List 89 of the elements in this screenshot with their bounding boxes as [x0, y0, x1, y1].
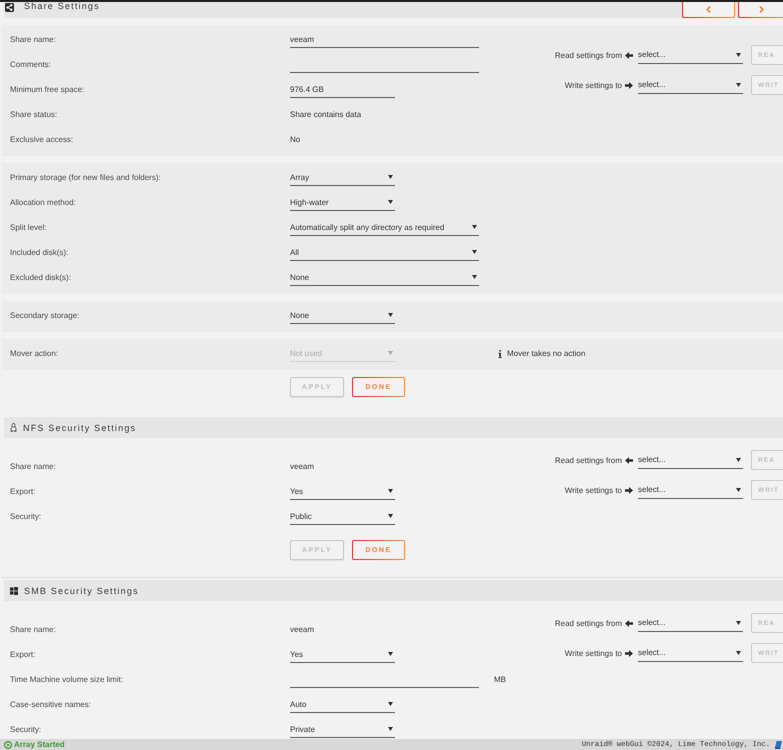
field-label: Time Machine volume size limit: — [10, 675, 124, 684]
caret-icon — [472, 250, 477, 254]
field-label: Export: — [10, 487, 36, 496]
dropdown[interactable]: Yes — [290, 646, 395, 663]
next-button[interactable] — [738, 2, 783, 18]
caret-icon — [736, 82, 741, 86]
field-label: Case-sensitive names: — [10, 700, 91, 709]
caret-icon — [472, 225, 477, 229]
caret-icon — [388, 175, 393, 179]
field-label: Exclusive access: — [10, 135, 74, 144]
share-icon — [5, 3, 14, 12]
dropdown[interactable]: select... — [638, 482, 743, 498]
caret-icon — [388, 489, 393, 493]
section-title: NFS Security Settings — [23, 422, 136, 432]
copy-settings-label: Read settings from — [554, 618, 622, 628]
caret-icon — [736, 620, 741, 624]
arrow-left-icon — [625, 456, 633, 464]
caret-icon — [388, 702, 393, 706]
arrow-left-icon — [625, 620, 633, 626]
copy-settings-label: Write settings to — [564, 486, 622, 494]
arrow-right-icon — [625, 650, 633, 656]
field-label: Included disk(s): — [10, 248, 68, 257]
dropdown[interactable]: None — [290, 307, 395, 324]
chevron-left-icon — [706, 6, 711, 13]
field-label: Share name: — [10, 625, 56, 634]
field-label: Security: — [10, 725, 42, 734]
field-label: Mover action: — [10, 349, 58, 358]
previous-button[interactable] — [682, 2, 735, 18]
info-note: Mover takes no action — [507, 349, 586, 358]
arrow-right-icon — [625, 486, 633, 494]
field-label: Secondary storage: — [10, 311, 80, 320]
arrow-left-icon — [625, 52, 633, 58]
copy-settings-label: Read settings from — [554, 456, 622, 464]
field-label: Security: — [10, 512, 42, 521]
caret-icon — [388, 514, 393, 518]
caret-icon — [388, 351, 393, 355]
field-value: Share contains data — [290, 110, 362, 119]
dropdown[interactable]: select... — [638, 76, 743, 94]
dropdown[interactable]: High-water — [290, 194, 395, 211]
dropdown[interactable]: Auto — [290, 696, 395, 713]
section-title: Share Settings — [24, 2, 100, 11]
field-label: Split level: — [10, 223, 46, 232]
copy-settings-label: Write settings to — [564, 648, 622, 658]
dropdown[interactable]: select... — [638, 452, 743, 468]
dropdown[interactable]: Yes — [290, 483, 395, 500]
chevron-right-icon — [758, 6, 764, 13]
dropdown[interactable]: None — [290, 269, 479, 286]
field-label: Minimum free space: — [10, 85, 84, 94]
field-value: veeam — [290, 625, 314, 634]
play-circle-icon — [4, 740, 12, 748]
caret-icon — [472, 275, 477, 279]
field-value: veeam — [290, 462, 314, 471]
caret-icon — [388, 200, 393, 204]
dropdown[interactable]: Array — [290, 169, 395, 186]
dropdown[interactable]: select... — [638, 644, 743, 662]
copy-settings-label: Read settings from — [554, 50, 622, 60]
arrow-right-icon — [625, 82, 633, 88]
dropdown[interactable]: Automatically split any directory as required — [290, 219, 479, 236]
field-label: Allocation method: — [10, 198, 76, 207]
dropdown[interactable]: Public — [290, 508, 395, 525]
dropdown[interactable]: select... — [638, 46, 743, 64]
field-label: Primary storage (for new files and folders): — [10, 173, 161, 182]
caret-icon — [736, 52, 741, 56]
dropdown[interactable]: All — [290, 244, 479, 261]
field-label: Excluded disk(s): — [10, 273, 71, 282]
book-icon — [775, 740, 782, 748]
field-label: Comments: — [10, 60, 51, 69]
caret-icon — [736, 458, 741, 462]
field-label: Share name: — [10, 462, 56, 471]
section-title: SMB Security Settings — [24, 586, 139, 596]
penguin-icon — [10, 423, 17, 432]
text-field[interactable]: 976.4 GB — [290, 81, 395, 98]
caret-icon — [388, 727, 393, 731]
field-label: Export: — [10, 650, 36, 659]
caret-icon — [736, 488, 741, 492]
caret-icon — [388, 652, 393, 656]
array-status: Array Started — [14, 740, 65, 749]
caret-icon — [388, 313, 393, 317]
info-icon — [498, 350, 502, 358]
field-label: Share status: — [10, 110, 58, 119]
dropdown[interactable]: Private — [290, 721, 395, 738]
copy-settings-label: Write settings to — [564, 80, 622, 90]
caret-icon — [736, 650, 741, 654]
field-label: Share name: — [10, 35, 56, 44]
four-squares-icon — [10, 586, 18, 594]
field-value: No — [290, 135, 300, 144]
text-field[interactable]: veeam — [290, 31, 479, 48]
dropdown[interactable]: select... — [638, 614, 743, 632]
unit-label: MB — [494, 675, 506, 684]
